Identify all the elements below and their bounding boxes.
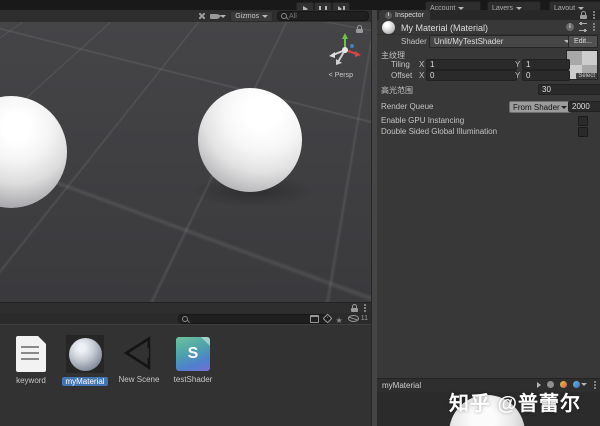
lock-icon[interactable] — [351, 304, 358, 312]
offset-y-field[interactable]: 0 — [522, 70, 570, 81]
account-dropdown[interactable]: Account — [425, 1, 481, 10]
search-icon — [182, 316, 188, 322]
tiling-x-value: 1 — [430, 60, 435, 69]
tiling-label: Tiling — [391, 60, 410, 69]
shader-dropdown[interactable]: Unlit/MyTestShader — [429, 35, 575, 48]
offset-y-label: Y — [515, 71, 521, 80]
tiling-y-value: 1 — [526, 60, 531, 69]
preview-menu-icon[interactable] — [594, 383, 596, 386]
hidden-packages-toggle[interactable]: 11 — [347, 315, 368, 322]
presets-icon[interactable] — [579, 22, 587, 32]
eye-slash-icon — [347, 315, 359, 322]
asset-label: keyword — [16, 376, 46, 385]
offset-x-label: X — [419, 71, 425, 80]
menu-icon[interactable] — [593, 14, 595, 16]
asset-label: testShader — [173, 375, 213, 384]
main-toolbar: Account Layers Layout — [0, 0, 600, 10]
double-sided-gi-label: Double Sided Global Illumination — [381, 127, 498, 136]
inspector-tab-label: Inspector — [395, 11, 424, 19]
render-queue-label: Render Queue — [381, 102, 434, 111]
offset-label: Offset — [391, 71, 413, 80]
text-asset-icon — [16, 336, 46, 372]
scene-viewport[interactable]: < Persp — [0, 22, 371, 302]
project-content: keyword myMaterial New Scene S testShade… — [0, 324, 371, 426]
camera-icon — [210, 13, 222, 19]
sphere-object-right[interactable] — [198, 88, 302, 192]
scene-search-text: All — [289, 12, 297, 20]
hidden-count: 11 — [360, 315, 368, 322]
texture-slot[interactable]: Select — [566, 50, 598, 80]
play-button[interactable] — [296, 2, 314, 10]
shader-asset-icon: S — [176, 337, 210, 371]
orientation-gizmo[interactable] — [327, 32, 363, 68]
inspector-tabbar: Inspector — [377, 10, 600, 20]
highlight-range-label: 高光范围 — [381, 86, 413, 95]
step-button[interactable] — [332, 2, 350, 10]
chevron-down-icon — [561, 105, 567, 109]
shader-row: Shader Unlit/MyTestShader Edit... — [377, 34, 600, 48]
menu-icon[interactable] — [364, 307, 366, 309]
edit-label: Edit... — [574, 38, 592, 45]
lock-icon[interactable] — [580, 11, 587, 19]
inspector-icon — [385, 11, 392, 19]
render-queue-dropdown[interactable]: From Shader — [509, 101, 571, 113]
tools-icon[interactable] — [198, 12, 206, 20]
material-title: My Material (Material) — [401, 23, 489, 33]
search-by-label-icon[interactable] — [322, 313, 332, 324]
asset-mymaterial[interactable]: myMaterial — [58, 335, 112, 386]
scene-grid — [0, 22, 371, 111]
project-search-input[interactable] — [178, 314, 330, 324]
pause-button[interactable] — [314, 2, 332, 10]
highlight-range-field[interactable]: 30 — [538, 84, 600, 95]
preview-title: myMaterial — [382, 381, 422, 390]
chevron-down-icon — [262, 14, 268, 18]
layers-dropdown[interactable]: Layers — [487, 1, 541, 10]
edit-shader-button[interactable]: Edit... — [568, 35, 598, 48]
search-icon — [281, 13, 287, 19]
render-queue-field[interactable]: 2000 — [568, 101, 600, 112]
asset-keyword[interactable]: keyword — [4, 335, 58, 385]
highlight-range-value: 30 — [542, 85, 551, 94]
render-queue-mode: From Shader — [513, 102, 560, 112]
asset-testshader[interactable]: S testShader — [166, 335, 220, 384]
gizmos-label: Gizmos — [235, 12, 259, 20]
tiling-x-field[interactable]: 1 — [426, 59, 517, 70]
unity-editor-window: Account Layers Layout Gizmos All < Persp… — [0, 0, 600, 426]
material-asset-icon — [66, 335, 104, 373]
gpu-instancing-checkbox[interactable] — [578, 116, 588, 126]
shader-label: Shader — [401, 37, 427, 46]
inspector-panel: Inspector My Material (Material) Shader … — [377, 10, 600, 426]
menu-icon[interactable] — [593, 26, 595, 28]
gizmos-dropdown[interactable]: Gizmos — [230, 10, 273, 22]
gpu-instancing-label: Enable GPU Instancing — [381, 116, 465, 125]
draw-mode-dropdown[interactable] — [210, 13, 227, 19]
asset-label: New Scene — [118, 375, 160, 384]
persp-label[interactable]: < Persp — [329, 72, 353, 79]
tab-inspector[interactable]: Inspector — [379, 10, 430, 20]
material-header: My Material (Material) — [377, 20, 600, 35]
chevron-down-icon — [581, 383, 587, 386]
offset-x-field[interactable]: 0 — [426, 70, 517, 81]
tiling-y-label: Y — [515, 60, 521, 69]
texture-select-button[interactable]: Select — [576, 73, 597, 79]
shader-value: Unlit/MyTestShader — [434, 37, 504, 46]
unity-scene-icon — [123, 336, 151, 370]
layout-dropdown[interactable]: Layout — [549, 1, 600, 10]
tiling-x-label: X — [419, 60, 425, 69]
watermark: 知乎 @普蕾尔 — [449, 393, 582, 415]
help-icon[interactable] — [566, 23, 574, 31]
scene-search-input[interactable]: All — [277, 11, 369, 21]
material-thumbnail-icon — [382, 21, 395, 34]
render-queue-value: 2000 — [572, 102, 590, 111]
double-sided-gi-checkbox[interactable] — [578, 127, 588, 137]
tiling-y-field[interactable]: 1 — [522, 59, 570, 70]
search-by-type-icon[interactable] — [309, 314, 319, 323]
offset-y-value: 0 — [526, 71, 531, 80]
asset-label-selected: myMaterial — [62, 377, 108, 386]
asset-new-scene[interactable]: New Scene — [112, 335, 166, 384]
offset-x-value: 0 — [430, 71, 435, 80]
